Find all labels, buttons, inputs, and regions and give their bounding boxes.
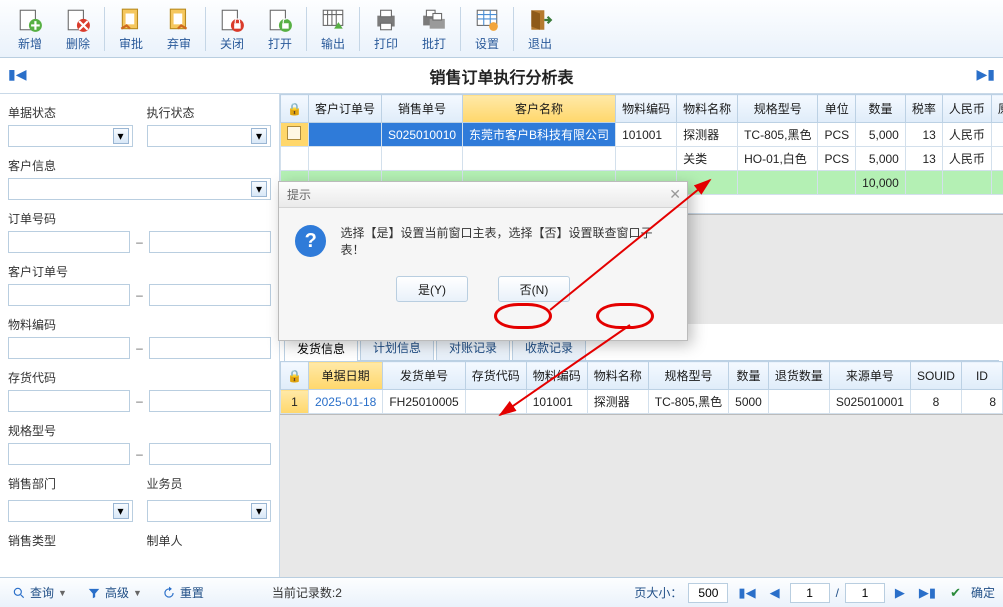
batchprint-icon [420, 6, 448, 34]
detail-grid[interactable]: 🔒 单据日期 发货单号 存货代码 物料编码 物料名称 规格型号 数量 退货数量 … [280, 361, 1003, 414]
main-toolbar: 新增 删除 审批 弃审 关闭 打开 输出 打印 批打 设置 退出 [0, 0, 1003, 58]
label-exec-status: 执行状态 [147, 104, 272, 121]
export-button[interactable]: 输出 [309, 3, 357, 55]
check-icon: ✔ [946, 585, 965, 601]
table-row[interactable]: 1 2025-01-18 FH25010005 101001 探测器 TC-80… [281, 390, 1003, 414]
exec-status-select[interactable]: ▾ [147, 125, 272, 147]
label-customer: 客户信息 [8, 159, 56, 173]
approve-button[interactable]: 审批 [107, 3, 155, 55]
spec-from[interactable] [8, 443, 130, 465]
order-no-from[interactable] [8, 231, 130, 253]
print-button[interactable]: 打印 [362, 3, 410, 55]
chevron-down-icon[interactable]: ▾ [113, 128, 129, 144]
close-icon[interactable]: ✕ [669, 186, 681, 203]
dialog-titlebar[interactable]: 提示 ✕ [279, 182, 687, 208]
label-doc-status: 单据状态 [8, 104, 133, 121]
label-material-code: 物料编码 [8, 318, 56, 332]
settings-button[interactable]: 设置 [463, 3, 511, 55]
page-title: 销售订单执行分析表 [429, 64, 573, 88]
question-icon: ? [295, 225, 326, 257]
pager-first-icon[interactable]: ▮◀ [734, 585, 759, 601]
material-from[interactable] [8, 337, 130, 359]
bottom-bar: 查询▼ 高级▼ 重置 当前记录数:2 页大小： ▮◀ ◀ / ▶ ▶▮ ✔ 确定 [0, 577, 1003, 607]
table-row[interactable]: S025010010 东莞市客户B科技有限公司 101001 探测器 TC-80… [281, 123, 1003, 147]
pager-next-icon[interactable]: ▶ [891, 585, 909, 601]
label-dept: 销售部门 [8, 475, 133, 492]
label-stock-code: 存货代码 [8, 371, 56, 385]
unlock-icon [266, 6, 294, 34]
grid-header-row: 🔒 单据日期 发货单号 存货代码 物料编码 物料名称 规格型号 数量 退货数量 … [281, 362, 1003, 390]
new-button[interactable]: 新增 [6, 3, 54, 55]
nav-last-icon[interactable]: ▶▮ [977, 66, 995, 83]
pagesize-input[interactable] [688, 583, 728, 603]
table-row[interactable]: 关类 HO-01,白色 PCS 5,000 13 人民币 [281, 147, 1003, 171]
pagesize-label: 页大小： [634, 584, 682, 601]
abandon-icon [165, 6, 193, 34]
delete-button[interactable]: 删除 [54, 3, 102, 55]
dept-select[interactable]: ▾ [8, 500, 133, 522]
exit-icon [526, 6, 554, 34]
settings-icon [473, 6, 501, 34]
dialog-title: 提示 [287, 186, 311, 203]
label-sale-type: 销售类型 [8, 532, 133, 549]
stock-to[interactable] [149, 390, 271, 412]
label-spec: 规格型号 [8, 424, 56, 438]
record-count: 当前记录数:2 [272, 584, 342, 601]
label-creator: 制单人 [147, 532, 272, 549]
delete-icon [64, 6, 92, 34]
close-button[interactable]: 关闭 [208, 3, 256, 55]
chevron-down-icon[interactable]: ▾ [251, 181, 267, 197]
batchprint-button[interactable]: 批打 [410, 3, 458, 55]
pager: 页大小： ▮◀ ◀ / ▶ ▶▮ ✔ 确定 [634, 583, 995, 603]
grid-header-row: 🔒 客户订单号 销售单号 客户名称 物料编码 物料名称 规格型号 单位 数量 税… [281, 95, 1003, 123]
order-no-to[interactable] [149, 231, 271, 253]
chevron-down-icon[interactable]: ▼ [133, 588, 142, 598]
advanced-button[interactable]: 高级▼ [83, 582, 146, 603]
row-checkbox[interactable] [287, 126, 301, 140]
lock-col-header[interactable]: 🔒 [281, 362, 309, 390]
query-button[interactable]: 查询▼ [8, 582, 71, 603]
lock-icon [218, 6, 246, 34]
print-icon [372, 6, 400, 34]
main-grid[interactable]: 🔒 客户订单号 销售单号 客户名称 物料编码 物料名称 规格型号 单位 数量 税… [280, 94, 1003, 195]
yes-button[interactable]: 是(Y) [396, 276, 468, 302]
new-icon [16, 6, 44, 34]
filter-panel: 单据状态▾ 执行状态▾ 客户信息 ▾ 订单号码 – 客户订单号 – 物料编码 –… [0, 94, 280, 577]
title-band: ▮◀ 销售订单执行分析表 ▶▮ [0, 58, 1003, 94]
label-cust-order-no: 客户订单号 [8, 265, 68, 279]
chevron-down-icon[interactable]: ▼ [58, 588, 67, 598]
chevron-down-icon[interactable]: ▾ [251, 128, 267, 144]
spec-to[interactable] [149, 443, 271, 465]
exit-button[interactable]: 退出 [516, 3, 564, 55]
cust-order-to[interactable] [149, 284, 271, 306]
confirm-button[interactable]: 确定 [971, 584, 995, 601]
open-button[interactable]: 打开 [256, 3, 304, 55]
export-icon [319, 6, 347, 34]
page-input[interactable] [790, 583, 830, 603]
nav-first-icon[interactable]: ▮◀ [8, 66, 26, 83]
no-button[interactable]: 否(N) [498, 276, 570, 302]
pager-prev-icon[interactable]: ◀ [766, 585, 784, 601]
pages-display [845, 583, 885, 603]
material-to[interactable] [149, 337, 271, 359]
cust-order-from[interactable] [8, 284, 130, 306]
pager-last-icon[interactable]: ▶▮ [915, 585, 940, 601]
abandon-button[interactable]: 弃审 [155, 3, 203, 55]
chevron-down-icon[interactable]: ▾ [113, 503, 129, 519]
label-salesman: 业务员 [147, 475, 272, 492]
customer-select[interactable]: ▾ [8, 178, 271, 200]
reset-button[interactable]: 重置 [158, 582, 208, 603]
prompt-dialog: 提示 ✕ ? 选择【是】设置当前窗口主表，选择【否】设置联查窗口子表！ 是(Y)… [278, 181, 688, 341]
stock-from[interactable] [8, 390, 130, 412]
dialog-message: 选择【是】设置当前窗口主表，选择【否】设置联查窗口子表！ [340, 224, 671, 258]
chevron-down-icon[interactable]: ▾ [251, 503, 267, 519]
approve-icon [117, 6, 145, 34]
salesman-select[interactable]: ▾ [147, 500, 272, 522]
lock-col-header[interactable]: 🔒 [281, 95, 309, 123]
label-order-no: 订单号码 [8, 212, 56, 226]
doc-status-select[interactable]: ▾ [8, 125, 133, 147]
